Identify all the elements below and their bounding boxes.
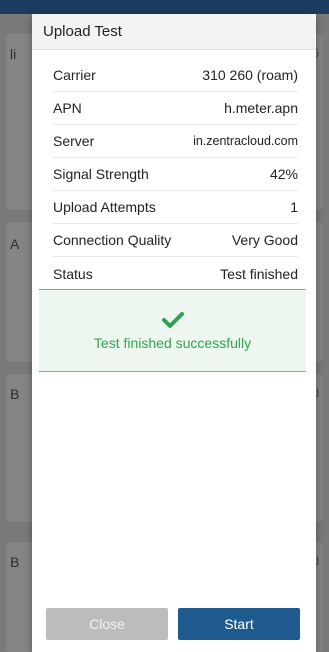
check-icon xyxy=(161,311,184,328)
info-value: 1 xyxy=(290,199,298,215)
info-label: Carrier xyxy=(53,67,96,83)
start-button[interactable]: Start xyxy=(178,608,300,640)
success-panel: Test finished successfully xyxy=(39,289,306,372)
dialog-header: Upload Test xyxy=(32,14,316,50)
info-label: APN xyxy=(53,100,82,116)
info-value: h.meter.apn xyxy=(224,100,298,116)
info-value: Very Good xyxy=(231,232,298,248)
info-row-status: Status Test finished xyxy=(53,257,298,290)
info-row-server: Server in.zentracloud.com xyxy=(53,125,298,158)
background-card-letter: B xyxy=(10,386,20,402)
info-row-signal-strength: Signal Strength 42% xyxy=(53,158,298,191)
close-button[interactable]: Close xyxy=(46,608,168,640)
upload-test-dialog: Upload Test Carrier 310 260 (roam) APN h… xyxy=(32,14,316,652)
app-topbar xyxy=(0,0,329,14)
info-list: Carrier 310 260 (roam) APN h.meter.apn S… xyxy=(32,50,316,290)
info-row-apn: APN h.meter.apn xyxy=(53,92,298,125)
info-value: 310 260 (roam) xyxy=(202,67,298,83)
info-label: Upload Attempts xyxy=(53,199,156,215)
background-card-letter: A xyxy=(10,236,20,252)
background-card-letter: li xyxy=(10,46,17,62)
info-row-upload-attempts: Upload Attempts 1 xyxy=(53,191,298,224)
info-row-carrier: Carrier 310 260 (roam) xyxy=(53,59,298,92)
dialog-buttons: Close Start xyxy=(46,608,300,640)
dialog-title: Upload Test xyxy=(43,23,122,40)
info-row-connection-quality: Connection Quality Very Good xyxy=(53,224,298,257)
info-value: Test finished xyxy=(220,265,298,282)
info-label: Status xyxy=(53,265,93,282)
info-value: in.zentracloud.com xyxy=(193,134,298,148)
info-label: Server xyxy=(53,133,95,149)
info-value: 42% xyxy=(269,166,298,182)
success-message: Test finished successfully xyxy=(93,334,252,351)
background-card-letter: B xyxy=(10,554,20,570)
info-label: Connection Quality xyxy=(53,232,172,248)
info-label: Signal Strength xyxy=(53,166,149,182)
